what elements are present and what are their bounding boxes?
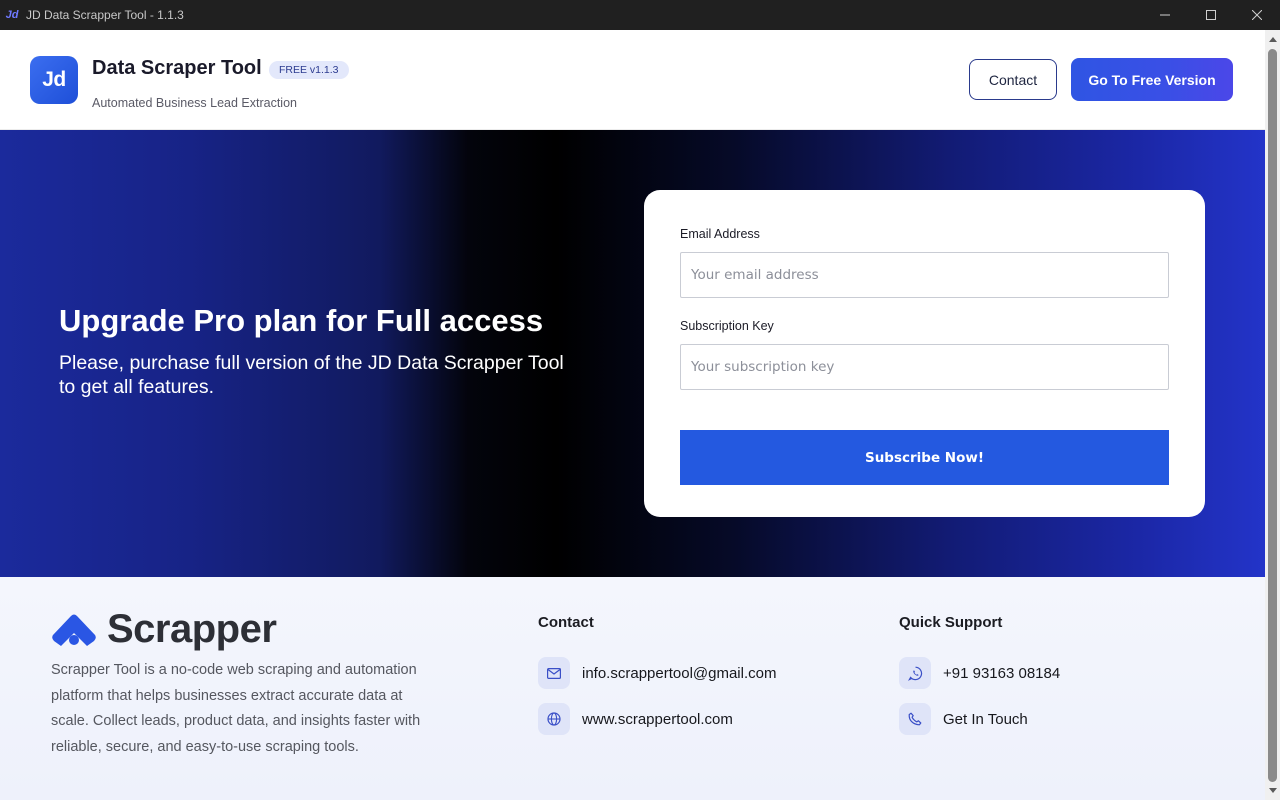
subscription-key-label: Subscription Key [680,319,774,333]
hero-title: Upgrade Pro plan for Full access [59,303,544,338]
go-to-free-version-button[interactable]: Go To Free Version [1071,58,1233,101]
maximize-icon [1206,10,1216,20]
contact-heading: Contact [538,614,594,631]
minimize-icon [1160,14,1170,16]
footer-description: Scrapper Tool is a no-code web scraping … [51,662,421,755]
get-in-touch-link: Get In Touch [943,710,1028,728]
brand-tagline: Automated Business Lead Extraction [92,96,297,110]
scroll-up-arrow-icon[interactable] [1265,32,1280,47]
quick-support-heading: Quick Support [899,614,1003,631]
app-icon: Jd [5,9,19,21]
hero-subtitle: Please, purchase full version of the JD … [59,352,564,398]
window-title: JD Data Scrapper Tool - 1.1.3 [26,8,184,22]
window-controls [1142,0,1280,30]
support-phone: +91 93163 08184 [943,664,1061,682]
subscription-key-field[interactable] [680,344,1169,390]
scrapper-logo-icon [52,614,96,646]
phone-icon [899,703,931,735]
get-in-touch-item[interactable]: Get In Touch [899,703,1028,735]
app-logo: Jd [30,56,78,104]
vertical-scrollbar[interactable] [1265,30,1280,800]
window-titlebar: Jd JD Data Scrapper Tool - 1.1.3 [0,0,1280,30]
brand-name: Data Scraper Tool [92,57,262,79]
version-badge: FREE v1.1.3 [269,61,349,79]
close-button[interactable] [1234,0,1280,30]
app-header: Jd Data Scraper Tool FREE v1.1.3 Automat… [0,30,1265,130]
mail-icon [538,657,570,689]
globe-icon [538,703,570,735]
support-phone-item[interactable]: +91 93163 08184 [899,657,1060,689]
email-label: Email Address [680,227,760,241]
upgrade-hero: Upgrade Pro plan for Full access Please,… [0,130,1265,577]
footer-logo-text: Scrapper [107,607,277,651]
close-icon [1252,10,1262,20]
subscribe-button[interactable]: Subscribe Now! [680,430,1169,485]
whatsapp-icon [899,657,931,689]
app-content: Jd Data Scraper Tool FREE v1.1.3 Automat… [0,30,1265,800]
contact-button[interactable]: Contact [969,59,1057,100]
contact-website-item[interactable]: www.scrappertool.com [538,703,733,735]
app-footer: Scrapper Scrapper Tool is a no-code web … [0,577,1265,800]
contact-website: www.scrappertool.com [582,710,733,728]
contact-email-item[interactable]: info.scrappertool@gmail.com [538,657,776,689]
scrollbar-thumb[interactable] [1268,49,1277,782]
maximize-button[interactable] [1188,0,1234,30]
subscription-form: Email Address Subscription Key Subscribe… [644,190,1205,517]
footer-logo: Scrapper [51,607,277,652]
email-field[interactable] [680,252,1169,298]
minimize-button[interactable] [1142,0,1188,30]
scroll-down-arrow-icon[interactable] [1265,783,1280,798]
contact-email: info.scrappertool@gmail.com [582,664,777,682]
